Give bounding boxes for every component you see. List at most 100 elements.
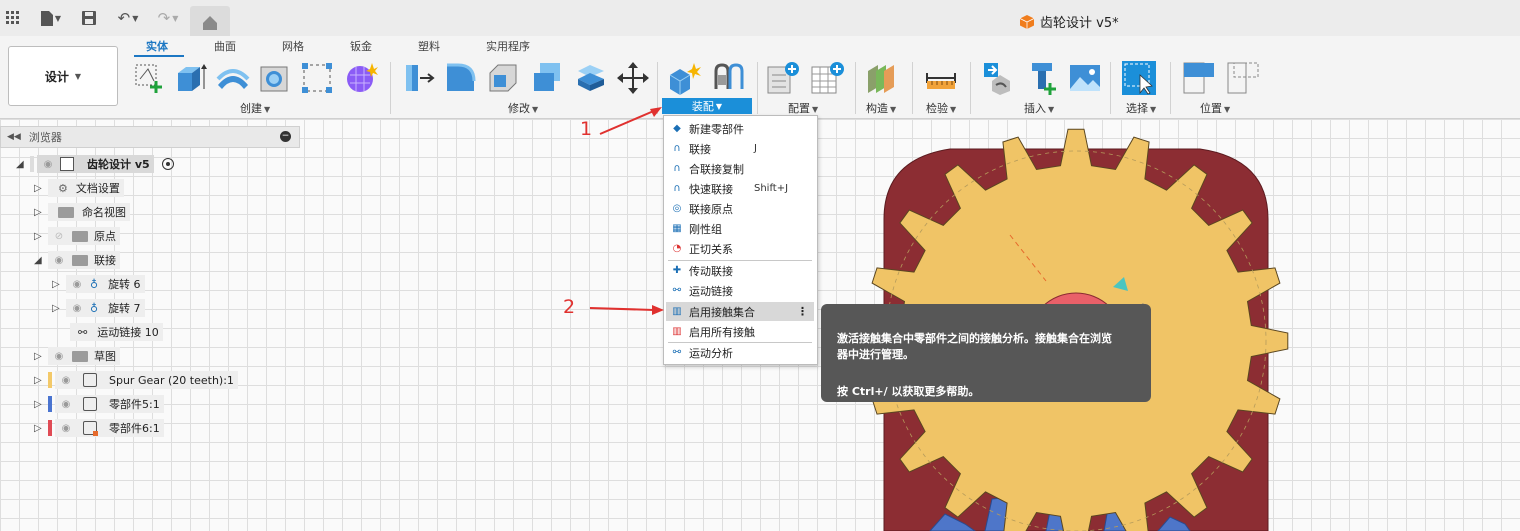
visibility-eye-icon[interactable]: ◉: [59, 399, 73, 410]
menu-item-enable-all-contact[interactable]: ▥ 启用所有接触: [666, 322, 814, 341]
visibility-eye-icon[interactable]: ◉: [52, 255, 66, 266]
browser-root[interactable]: ◢ ◉ 齿轮设计 v5: [16, 154, 174, 174]
browser-minimize-icon[interactable]: −: [280, 131, 291, 142]
configure-icon[interactable]: [766, 61, 800, 95]
group-configure[interactable]: 配置 ▼: [788, 100, 818, 116]
save-icon[interactable]: [80, 6, 98, 30]
more-options-icon[interactable]: ⋮: [797, 305, 808, 318]
browser-item-revolute-6[interactable]: ▷ ◉ ♁ 旋转 6: [52, 274, 145, 294]
revolve-icon[interactable]: [216, 61, 250, 95]
measure-icon[interactable]: [924, 61, 958, 95]
app-grid-icon[interactable]: [4, 6, 22, 30]
activate-radio-icon[interactable]: [161, 158, 174, 170]
expand-icon[interactable]: ▷: [34, 423, 48, 434]
menu-item-motion-study[interactable]: ⚯ 运动分析: [666, 343, 814, 362]
tab-sheet-metal[interactable]: 钣金: [350, 38, 372, 54]
create-sketch-icon[interactable]: [132, 61, 166, 95]
browser-item-component-6[interactable]: ▷ ◉ 零部件6:1: [34, 418, 164, 438]
insert-mcmaster-icon[interactable]: [1026, 61, 1060, 95]
collapse-icon[interactable]: ◢: [34, 255, 48, 266]
visibility-eye-icon[interactable]: ◉: [52, 351, 66, 362]
expand-icon[interactable]: ▷: [52, 303, 66, 314]
expand-icon[interactable]: ▷: [34, 231, 48, 242]
workspace-switcher[interactable]: 设计 ▼: [8, 46, 118, 106]
new-component-icon[interactable]: [668, 61, 702, 95]
menu-item-tangent-relationship[interactable]: ◔ 正切关系: [666, 239, 814, 258]
folder-icon: [58, 206, 74, 218]
undo-icon[interactable]: ↶ ▼: [112, 6, 144, 30]
menu-item-enable-contact-sets[interactable]: ▥ 启用接触集合 ⋮: [666, 302, 814, 321]
offset-plane-icon[interactable]: [864, 61, 898, 95]
browser-item-revolute-7[interactable]: ▷ ◉ ♁ 旋转 7: [52, 298, 145, 318]
hole-icon[interactable]: [258, 61, 292, 95]
select-icon[interactable]: [1122, 61, 1156, 95]
file-menu-icon[interactable]: ▼: [36, 6, 66, 30]
menu-item-joint-origin[interactable]: ◎ 联接原点: [666, 199, 814, 218]
browser-item-spur-gear[interactable]: ▷ ◉ Spur Gear (20 teeth):1: [34, 370, 238, 390]
insert-canvas-icon[interactable]: [1068, 61, 1102, 95]
browser-item-motion-link[interactable]: ⚯ 运动链接 10: [70, 322, 163, 342]
browser-item-joints[interactable]: ◢ ◉ 联接: [34, 250, 120, 270]
menu-item-drive-joints[interactable]: ✚ 传动联接: [666, 261, 814, 280]
group-assemble[interactable]: 装配 ▼: [662, 98, 752, 114]
insert-derive-icon[interactable]: [982, 61, 1016, 95]
menu-item-quick-joint[interactable]: ∩ 快速联接 Shift+J: [666, 179, 814, 198]
group-create[interactable]: 创建 ▼: [240, 100, 270, 116]
expand-icon[interactable]: ▷: [34, 351, 48, 362]
menu-item-motion-link[interactable]: ⚯ 运动链接: [666, 281, 814, 300]
browser-item-sketches[interactable]: ▷ ◉ 草图: [34, 346, 120, 366]
tab-plastic[interactable]: 塑料: [418, 38, 440, 54]
collapse-browser-icon[interactable]: ◀◀: [7, 132, 21, 142]
group-construct[interactable]: 构造 ▼: [866, 100, 896, 116]
offset-face-icon[interactable]: [574, 61, 608, 95]
tab-mesh[interactable]: 网格: [282, 38, 304, 54]
expand-icon[interactable]: ▷: [34, 375, 48, 386]
shell-icon[interactable]: [486, 61, 520, 95]
expand-icon[interactable]: ▷: [34, 399, 48, 410]
configure-table-icon[interactable]: [810, 61, 844, 95]
press-pull-icon[interactable]: [402, 61, 436, 95]
group-inspect[interactable]: 检验 ▼: [926, 100, 956, 116]
visibility-eye-icon[interactable]: ◉: [59, 423, 73, 434]
visibility-eye-icon[interactable]: ◉: [70, 303, 84, 314]
group-select[interactable]: 选择 ▼: [1126, 100, 1156, 116]
expand-icon[interactable]: ▷: [34, 207, 48, 218]
active-tab-indicator: [134, 55, 184, 57]
expand-icon[interactable]: ▷: [52, 279, 66, 290]
visibility-eye-icon[interactable]: ◉: [70, 279, 84, 290]
revert-position-icon[interactable]: [1226, 61, 1260, 95]
menu-item-new-component[interactable]: ◆ 新建零部件: [666, 119, 814, 138]
browser-item-component-5[interactable]: ▷ ◉ 零部件5:1: [34, 394, 164, 414]
row-color-bar: [48, 396, 52, 412]
redo-icon[interactable]: ↷ ▼: [152, 6, 184, 30]
browser-item-doc-settings[interactable]: ▷ ⚙ 文档设置: [34, 178, 124, 198]
hidden-eye-icon[interactable]: ⊘: [52, 231, 66, 242]
browser-item-named-views[interactable]: ▷ 命名视图: [34, 202, 130, 222]
tab-solid[interactable]: 实体: [146, 38, 168, 54]
fillet-icon[interactable]: [444, 61, 478, 95]
home-tab[interactable]: [190, 6, 230, 36]
group-modify[interactable]: 修改 ▼: [508, 100, 538, 116]
all-contact-icon: ▥: [672, 326, 682, 337]
visibility-eye-icon[interactable]: ◉: [41, 159, 55, 170]
form-icon[interactable]: [344, 61, 378, 95]
tab-surface[interactable]: 曲面: [214, 38, 236, 54]
pattern-icon[interactable]: [300, 61, 334, 95]
menu-item-rigid-group[interactable]: ▦ 刚性组: [666, 219, 814, 238]
expand-icon[interactable]: ▷: [34, 183, 48, 194]
browser-item-origin[interactable]: ▷ ⊘ 原点: [34, 226, 120, 246]
group-insert[interactable]: 插入 ▼: [1024, 100, 1054, 116]
menu-item-as-built-joint[interactable]: ∩ 合联接复制: [666, 159, 814, 178]
new-component-icon: ◆: [673, 123, 681, 134]
tab-utilities[interactable]: 实用程序: [486, 38, 530, 54]
visibility-eye-icon[interactable]: ◉: [59, 375, 73, 386]
menu-item-joint[interactable]: ∩ 联接 J: [666, 139, 814, 158]
extrude-icon[interactable]: [174, 61, 208, 95]
collapse-icon[interactable]: ◢: [16, 159, 30, 170]
capture-position-icon[interactable]: [1182, 61, 1216, 95]
folder-icon: [72, 230, 88, 242]
move-copy-icon[interactable]: [616, 61, 650, 95]
joint-icon[interactable]: [712, 61, 746, 95]
combine-icon[interactable]: [530, 61, 564, 95]
group-position[interactable]: 位置 ▼: [1200, 100, 1230, 116]
